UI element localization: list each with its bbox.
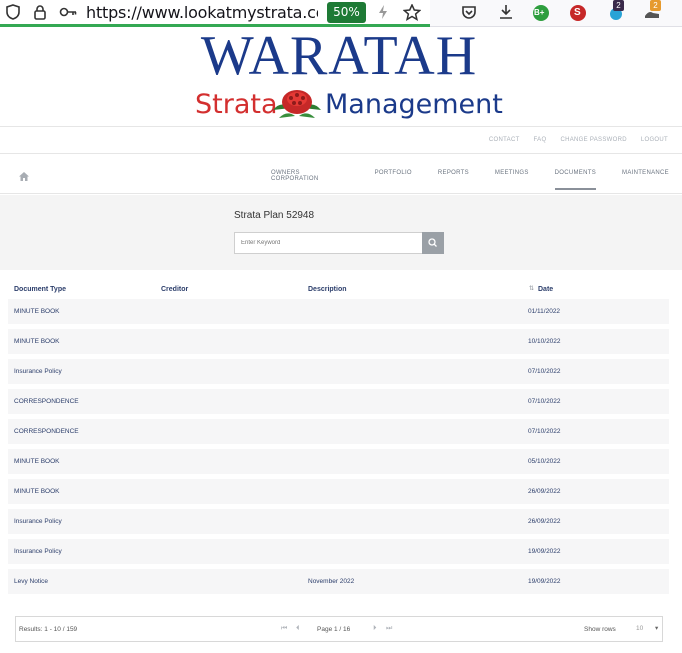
waratah-flower-icon xyxy=(271,86,323,129)
lightning-icon[interactable] xyxy=(377,4,389,25)
cell-date: 19/09/2022 xyxy=(528,548,561,555)
nav-maintenance[interactable]: MAINTENANCE xyxy=(609,170,682,190)
table-row[interactable]: MINUTE BOOK 01/11/2022 xyxy=(8,299,669,324)
header-date[interactable]: Date xyxy=(538,286,553,293)
change-password-link[interactable]: CHANGE PASSWORD xyxy=(560,137,626,143)
waratah-logo: WARATAH Strata Management xyxy=(193,25,503,126)
extension-count-badge-orange: 2 xyxy=(650,0,661,11)
nav-documents[interactable]: DOCUMENTS xyxy=(542,170,609,190)
extension-count-badge: 2 xyxy=(613,0,624,11)
faq-link[interactable]: FAQ xyxy=(534,137,547,143)
table-row[interactable]: MINUTE BOOK 05/10/2022 xyxy=(8,449,669,474)
nav-meetings[interactable]: MEETINGS xyxy=(482,170,542,190)
logo-title: WARATAH xyxy=(200,25,478,87)
pagination-bar: Results: 1 - 10 / 159 ⏮ ⏴ Page 1 / 16 ⏵ … xyxy=(15,616,663,642)
cell-document-type[interactable]: MINUTE BOOK xyxy=(14,338,60,345)
utility-links: CONTACT FAQ CHANGE PASSWORD LOGOUT xyxy=(489,137,668,143)
table-row[interactable]: Insurance Policy 26/09/2022 xyxy=(8,509,669,534)
first-page-icon[interactable]: ⏮ xyxy=(281,625,287,633)
nav-owners-corporation[interactable]: OWNERS CORPORATION xyxy=(258,170,362,190)
keyword-search-input[interactable] xyxy=(234,232,423,254)
results-count: Results: 1 - 10 / 159 xyxy=(19,626,78,633)
key-icon[interactable] xyxy=(59,4,77,25)
bookmark-star-icon[interactable] xyxy=(402,3,422,26)
table-row[interactable]: Insurance Policy 07/10/2022 xyxy=(8,359,669,384)
url-protocol: https:// xyxy=(86,3,142,22)
main-nav: OWNERS CORPORATION PORTFOLIO REPORTS MEE… xyxy=(0,154,682,194)
contact-link[interactable]: CONTACT xyxy=(489,137,520,143)
header-creditor[interactable]: Creditor xyxy=(161,286,188,293)
header-document-type[interactable]: Document Type xyxy=(14,286,66,293)
cell-date: 19/09/2022 xyxy=(528,578,561,585)
next-page-icon[interactable]: ⏵ xyxy=(373,625,377,633)
table-row[interactable]: MINUTE BOOK 10/10/2022 xyxy=(8,329,669,354)
logo-subtitle: Strata Management xyxy=(193,88,503,124)
table-row[interactable]: CORRESPONDENCE 07/10/2022 xyxy=(8,389,669,414)
table-row[interactable]: CORRESPONDENCE 07/10/2022 xyxy=(8,419,669,444)
cell-description: November 2022 xyxy=(308,578,355,585)
shield-icon[interactable] xyxy=(6,4,20,25)
prev-page-icon[interactable]: ⏴ xyxy=(296,625,300,633)
cell-date: 01/11/2022 xyxy=(528,308,561,315)
cell-document-type[interactable]: MINUTE BOOK xyxy=(14,488,60,495)
cell-date: 07/10/2022 xyxy=(528,428,561,435)
cell-document-type[interactable]: Insurance Policy xyxy=(14,368,62,375)
extension-s-icon[interactable]: S xyxy=(569,4,587,27)
logout-link[interactable]: LOGOUT xyxy=(641,137,668,143)
nav-items: OWNERS CORPORATION PORTFOLIO REPORTS MEE… xyxy=(258,170,682,190)
last-page-icon[interactable]: ⏭ xyxy=(386,625,392,633)
cell-date: 07/10/2022 xyxy=(528,398,561,405)
cell-document-type[interactable]: Levy Notice xyxy=(14,578,48,585)
download-icon[interactable] xyxy=(498,4,514,25)
cell-document-type[interactable]: MINUTE BOOK xyxy=(14,308,60,315)
nav-portfolio[interactable]: PORTFOLIO xyxy=(362,170,425,190)
header-description[interactable]: Description xyxy=(308,286,347,293)
table-row[interactable]: Levy Notice November 2022 19/09/2022 xyxy=(8,569,669,594)
strata-plan-title: Strata Plan 52948 xyxy=(234,210,315,221)
url-text[interactable]: https://www.lookatmystrata.com xyxy=(86,3,318,22)
rows-per-page-value: 10 xyxy=(636,625,644,632)
strata-plan-header: Strata Plan 52948 xyxy=(0,195,682,270)
cell-document-type[interactable]: Insurance Policy xyxy=(14,518,62,525)
chevron-down-icon: ▾ xyxy=(655,625,659,632)
url-host: www.lookatmystrata.com xyxy=(141,3,318,22)
extension-b-icon[interactable]: B+ xyxy=(532,4,550,27)
utility-bar: CONTACT FAQ CHANGE PASSWORD LOGOUT xyxy=(0,126,682,154)
cell-date: 10/10/2022 xyxy=(528,338,561,345)
cell-document-type[interactable]: CORRESPONDENCE xyxy=(14,428,79,435)
cell-date: 26/09/2022 xyxy=(528,488,561,495)
lock-icon[interactable] xyxy=(33,4,47,25)
cell-date: 26/09/2022 xyxy=(528,518,561,525)
table-row[interactable]: Insurance Policy 19/09/2022 xyxy=(8,539,669,564)
browser-toolbar: https://www.lookatmystrata.com 50% B+ S … xyxy=(0,0,682,27)
rows-per-page-select[interactable]: 10 ▾ xyxy=(636,624,658,632)
logo-strata-text: Strata xyxy=(195,89,278,120)
logo-management-text: Management xyxy=(325,89,503,120)
cell-document-type[interactable]: MINUTE BOOK xyxy=(14,458,60,465)
page-indicator: Page 1 / 16 xyxy=(317,626,351,633)
search-button[interactable] xyxy=(422,232,444,254)
cell-date: 07/10/2022 xyxy=(528,368,561,375)
table-row[interactable]: MINUTE BOOK 26/09/2022 xyxy=(8,479,669,504)
zoom-level-badge[interactable]: 50% xyxy=(327,2,366,23)
search-icon xyxy=(428,238,437,247)
nav-reports[interactable]: REPORTS xyxy=(425,170,482,190)
cell-document-type[interactable]: CORRESPONDENCE xyxy=(14,398,79,405)
pocket-icon[interactable] xyxy=(461,4,477,25)
extension-s-label: S xyxy=(574,7,581,18)
extension-b-label: B+ xyxy=(534,8,545,17)
sort-icon[interactable]: ⇅ xyxy=(529,285,534,292)
home-icon[interactable] xyxy=(19,168,29,186)
cell-date: 05/10/2022 xyxy=(528,458,561,465)
show-rows-label: Show rows xyxy=(584,626,616,633)
cell-document-type[interactable]: Insurance Policy xyxy=(14,548,62,555)
url-bar[interactable]: https://www.lookatmystrata.com 50% xyxy=(0,0,430,27)
